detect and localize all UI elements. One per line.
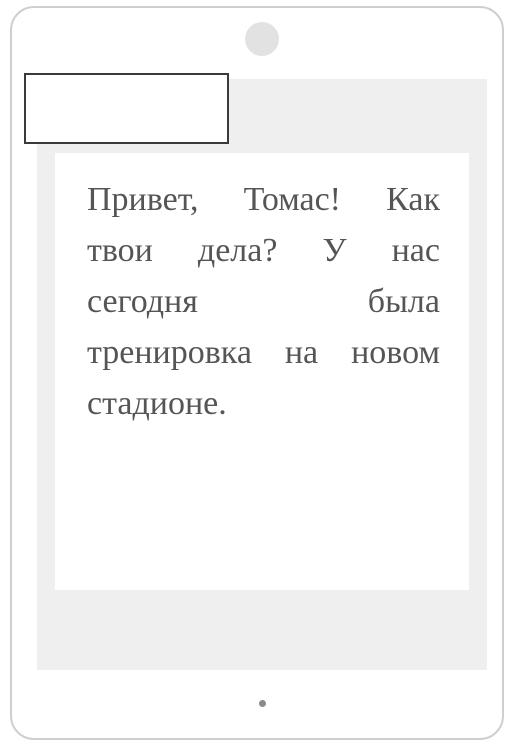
blank-label-box <box>24 73 229 144</box>
home-button[interactable] <box>259 700 266 707</box>
camera-icon <box>245 22 279 56</box>
message-text: Привет, Томас! Как твои дела? У нас сего… <box>87 181 440 422</box>
